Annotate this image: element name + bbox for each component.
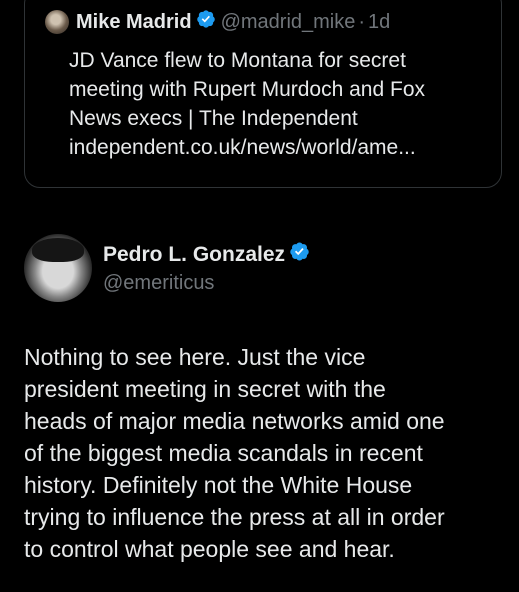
verified-badge-icon [196,9,216,35]
quoted-text-line: JD Vance flew to Montana for secret [69,49,406,72]
separator-dot: · [358,11,366,33]
quoted-text-line: News execs | The Independent [69,107,358,130]
avatar[interactable] [24,234,92,302]
quoted-text-line: meeting with Rupert Murdoch and Fox [69,78,426,101]
author-name[interactable]: Pedro L. Gonzalez [103,242,285,268]
tweet-text: Nothing to see here. Just the vice presi… [24,341,504,565]
verified-badge-icon [289,241,310,269]
tweet-text-line: to control what people see and hear. [24,536,395,562]
avatar-hair [32,238,84,262]
tweet-text-line: of the biggest media scandals in recent [24,440,423,466]
author-name-row[interactable]: Pedro L. Gonzalez [103,241,315,269]
tweet-text-line: Nothing to see here. Just the vice [24,344,366,370]
quoted-tweet-header: Mike Madrid @madrid_mike · 1d [45,9,390,35]
author-handle[interactable]: @emeriticus [103,270,214,296]
tweet-text-line: history. Definitely not the White House [24,472,413,498]
quoted-tweet-card[interactable]: Mike Madrid @madrid_mike · 1d JD Vance f… [24,0,502,188]
quoted-author-handle[interactable]: @madrid_mike [221,10,356,34]
quoted-link-text[interactable]: independent.co.uk/news/world/ame... [69,133,509,162]
tweet-text-line: trying to influence the press at all in … [24,504,445,530]
quoted-tweet-time[interactable]: 1d [368,10,390,34]
tweet-text-line: heads of major media networks amid one [24,408,445,434]
avatar[interactable] [45,10,69,34]
quoted-author-name[interactable]: Mike Madrid [76,10,192,34]
tweet-text-line: president meeting in secret with the [24,376,386,402]
quoted-tweet-text: JD Vance flew to Montana for secret meet… [69,46,509,162]
